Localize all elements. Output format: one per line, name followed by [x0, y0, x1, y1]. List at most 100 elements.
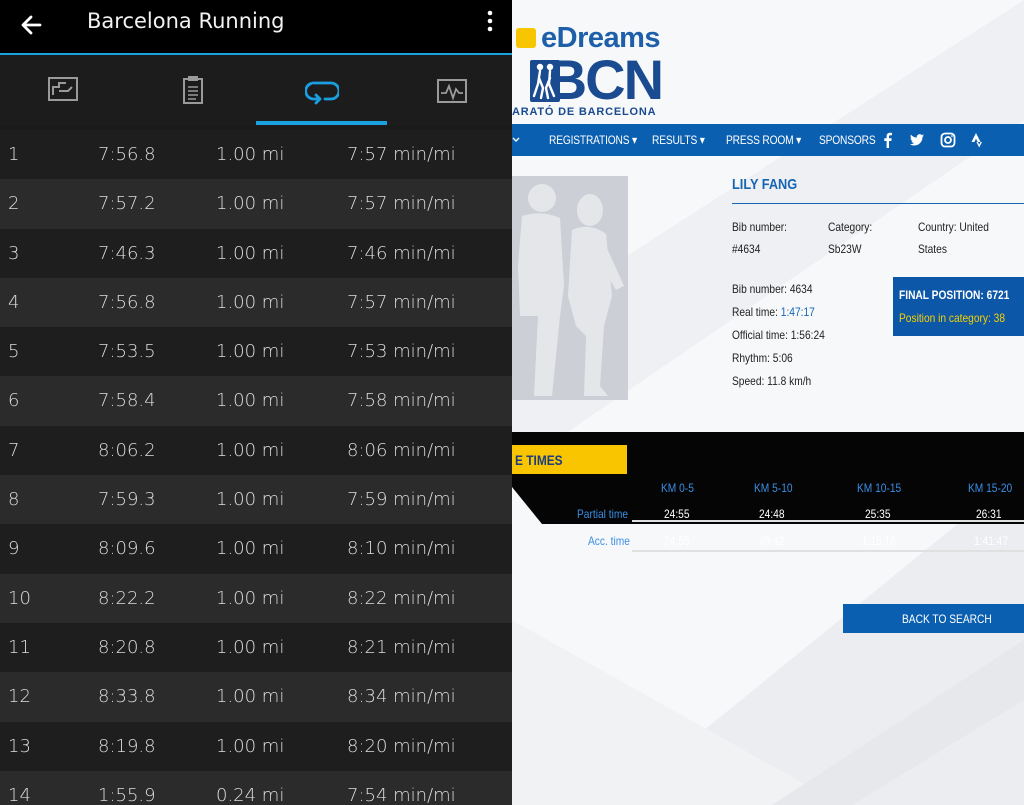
lap-time: 7:56.8 — [98, 144, 156, 165]
lap-pace: 8:10 min/mi — [347, 538, 456, 560]
tab-chart[interactable] — [0, 57, 128, 126]
split-times-label: E TIMES — [515, 452, 563, 468]
lap-number: 3 — [8, 242, 20, 264]
lap-row[interactable]: 7 8:06.2 1.00 mi 8:06 min/mi — [0, 425, 512, 476]
logo-text: BCN — [546, 48, 664, 111]
partial-time-label: Partial time — [577, 507, 629, 521]
back-to-search-button[interactable]: BACK TO SEARCH — [843, 604, 1024, 633]
lap-time: 8:19.8 — [98, 735, 156, 757]
nav-sponsors[interactable]: SPONSORS — [819, 133, 876, 147]
bib-label: Bib number: — [732, 220, 787, 234]
lap-time: 7:46.3 — [98, 242, 156, 264]
lap-pace: 7:46 min/mi — [347, 242, 456, 264]
activity-graph-icon — [437, 79, 467, 103]
lap-number: 2 — [8, 193, 20, 215]
lap-time: 7:58.4 — [98, 390, 156, 412]
split-header: KM 15-20 — [968, 481, 1013, 495]
lap-row[interactable]: 1 7:56.8 1.00 mi 7:57 min/mi — [0, 130, 512, 180]
partial-time-value: 25:35 — [865, 507, 891, 521]
nav-registrations[interactable]: REGISTRATIONS ▾ — [549, 133, 637, 147]
acc-time-value: 1:41:47 — [974, 534, 1009, 548]
lap-distance: 1.00 mi — [216, 193, 285, 215]
lap-time: 7:59.3 — [98, 489, 156, 511]
lap-time: 8:33.8 — [98, 686, 156, 708]
lap-number: 6 — [8, 390, 20, 412]
lap-row[interactable]: 8 7:59.3 1.00 mi 7:59 min/mi — [0, 475, 512, 525]
nav-press-room[interactable]: PRESS ROOM ▾ — [726, 133, 801, 147]
lap-pace: 7:59 min/mi — [347, 489, 456, 511]
tab-details[interactable] — [128, 57, 256, 126]
name-underline — [732, 203, 1024, 204]
acc-time-value: 1:15:16 — [862, 534, 897, 548]
lap-pace: 8:06 min/mi — [347, 439, 456, 461]
lap-row[interactable]: 9 8:09.6 1.00 mi 8:10 min/mi — [0, 524, 512, 574]
instagram-icon[interactable] — [940, 132, 956, 148]
lap-distance: 1.00 mi — [216, 735, 285, 757]
background-pattern — [512, 0, 1024, 805]
partial-time-value: 24:48 — [759, 507, 785, 521]
lap-time: 8:06.2 — [98, 439, 156, 461]
category-position: Position in category: 38 — [899, 311, 1006, 325]
lap-row[interactable]: 4 7:56.8 1.00 mi 7:57 min/mi — [0, 277, 512, 328]
lap-row[interactable]: 6 7:58.4 1.00 mi 7:58 min/mi — [0, 376, 512, 426]
twitter-icon[interactable] — [909, 132, 925, 148]
lap-row[interactable]: 12 8:33.8 1.00 mi 8:34 min/mi — [0, 672, 512, 722]
lap-time: 8:20.8 — [98, 636, 156, 658]
lap-time: 8:22.2 — [98, 587, 156, 609]
chevron-down-icon — [512, 137, 520, 142]
lap-number: 9 — [8, 538, 20, 560]
bib-value: #4634 — [732, 242, 761, 256]
country-value: States — [918, 242, 947, 256]
lap-number: 11 — [8, 636, 31, 658]
split-header: KM 5-10 — [754, 481, 793, 495]
lap-pace: 7:57 min/mi — [347, 144, 456, 165]
tab-laps[interactable] — [256, 57, 384, 126]
bib-number-line: Bib number: 4634 — [732, 282, 813, 296]
lap-row[interactable]: 2 7:57.2 1.00 mi 7:57 min/mi — [0, 179, 512, 229]
real-time-value: 1:47:17 — [780, 305, 815, 319]
final-position-box: FINAL POSITION: 6721 Position in categor… — [893, 277, 1024, 336]
lap-number: 14 — [8, 784, 31, 805]
lap-number: 1 — [8, 144, 20, 165]
real-time-line: Real time: 1:47:17 — [732, 305, 815, 319]
lap-row[interactable]: 14 1:55.9 0.24 mi 7:54 min/mi — [0, 770, 512, 805]
lap-distance: 0.24 mi — [216, 784, 285, 805]
category-label: Category: — [828, 220, 873, 234]
lap-row[interactable]: 10 8:22.2 1.00 mi 8:22 min/mi — [0, 573, 512, 623]
partial-time-value: 24:55 — [664, 507, 690, 521]
lap-pace: 8:21 min/mi — [347, 636, 456, 658]
lap-number: 7 — [8, 439, 20, 461]
lap-number: 10 — [8, 587, 31, 609]
lap-row[interactable]: 13 8:19.8 1.00 mi 8:20 min/mi — [0, 721, 512, 771]
runner-silhouette-icon — [518, 184, 624, 396]
activity-title: Barcelona Running — [87, 9, 285, 33]
lap-distance: 1.00 mi — [216, 636, 285, 658]
lap-distance: 1.00 mi — [216, 390, 285, 412]
runner-photo-placeholder — [512, 176, 628, 400]
activity-tabs — [0, 57, 512, 126]
lap-time: 8:09.6 — [98, 538, 156, 560]
acc-time-value: 24:55 — [664, 534, 690, 548]
runners-logo-icon — [530, 60, 560, 102]
lap-distance: 1.00 mi — [216, 489, 285, 511]
marathon-subtitle: ARATÓ DE BARCELONA — [512, 106, 657, 118]
lap-distance: 1.00 mi — [216, 144, 285, 165]
back-arrow-icon[interactable] — [16, 9, 48, 41]
lap-row[interactable]: 11 8:20.8 1.00 mi 8:21 min/mi — [0, 622, 512, 673]
more-options-icon[interactable] — [480, 9, 500, 33]
runner-name: LILY FANG — [732, 176, 798, 193]
nav-results[interactable]: RESULTS ▾ — [652, 133, 705, 147]
lap-time: 1:55.9 — [98, 784, 156, 805]
lap-row[interactable]: 5 7:53.5 1.00 mi 7:53 min/mi — [0, 327, 512, 377]
tab-graph[interactable] — [384, 57, 512, 126]
acc-time-value: 49:42 — [759, 534, 785, 548]
laps-icon — [305, 81, 339, 105]
lap-row[interactable]: 3 7:46.3 1.00 mi 7:46 min/mi — [0, 228, 512, 278]
speed-line: Speed: 11.8 km/h — [732, 374, 812, 388]
strava-icon[interactable] — [970, 132, 986, 148]
nav-label: PRESS ROOM — [726, 133, 794, 147]
lap-pace: 7:58 min/mi — [347, 390, 456, 412]
facebook-icon[interactable] — [880, 132, 896, 148]
nav-label: RESULTS — [652, 133, 698, 147]
real-time-label: Real time: — [732, 305, 778, 319]
